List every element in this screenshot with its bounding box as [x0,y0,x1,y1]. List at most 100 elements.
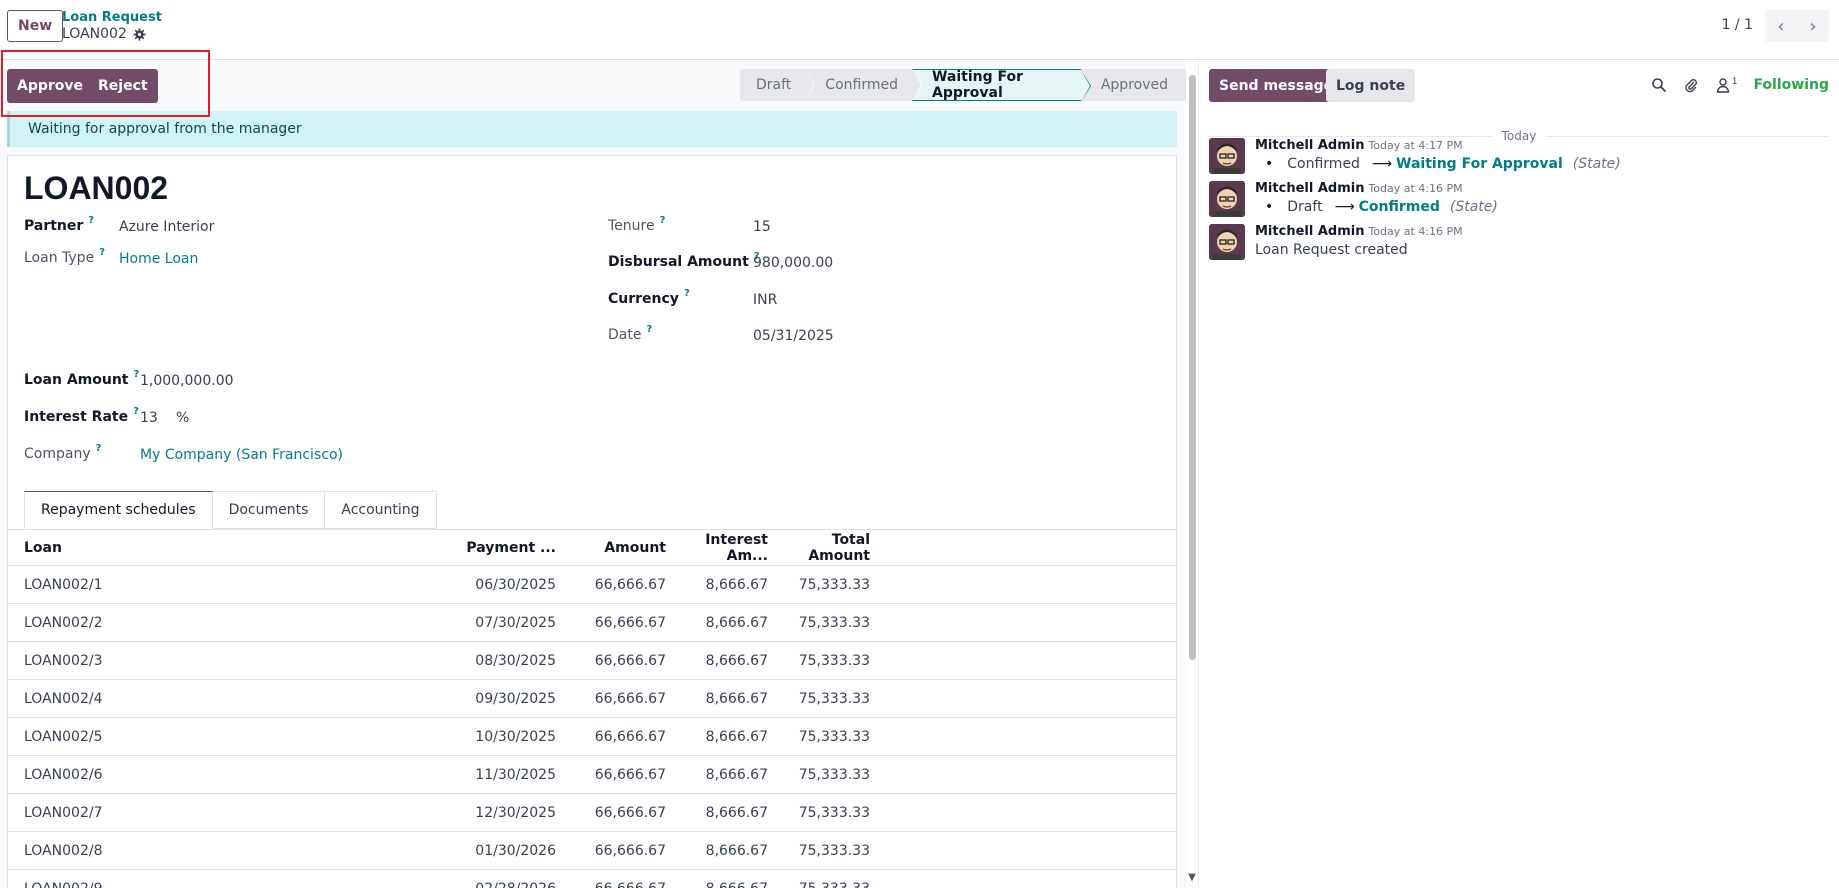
cell-total-amount: 75,333.33 [798,728,870,745]
paperclip-icon[interactable] [1683,77,1699,93]
cell-amount: 66,666.67 [594,576,666,593]
cell-payment-date: 01/30/2026 [475,842,556,859]
loan-type-field[interactable]: Home Loan [119,251,198,267]
table-row[interactable]: LOAN002/4 09/30/2025 66,666.67 8,666.67 75,3… [8,680,1178,718]
message-header: Mitchell Admin Today at 4:16 PM [1255,181,1463,196]
avatar[interactable] [1209,138,1245,174]
table-row[interactable]: LOAN002/7 12/30/2025 66,666.67 8,666.67 75,3… [8,794,1178,832]
pager-value[interactable]: 1 / 1 [1722,17,1753,33]
tab-accounting[interactable]: Accounting [325,491,437,529]
message-author[interactable]: Mitchell Admin [1255,224,1364,239]
column-header-payment-date[interactable]: Payment ... [466,540,556,556]
help-tooltip-icon[interactable]: ? [646,324,652,343]
status-step-label: Draft [756,77,792,93]
cell-amount: 66,666.67 [594,804,666,821]
form-statusbar: Approve Reject Draft Confirmed Waiting F… [0,61,1186,109]
followers-button[interactable]: 1 [1715,77,1737,93]
cell-interest-amount: 8,666.67 [666,881,768,888]
status-step-draft[interactable]: Draft [740,69,816,101]
status-step-waiting-for-approval[interactable]: Waiting For Approval [911,69,1091,102]
cell-loan: LOAN002/6 [24,766,103,783]
scroll-down-icon[interactable]: ▼ [1186,872,1198,883]
cell-loan: LOAN002/2 [24,614,103,631]
date-field[interactable]: 05/31/2025 [753,328,834,344]
table-row[interactable]: LOAN002/8 01/30/2026 66,666.67 8,666.67 75,3… [8,832,1178,870]
cell-loan: LOAN002/9 [8,881,466,888]
table-row[interactable]: LOAN002/3 08/30/2025 66,666.67 8,666.67 75,3… [8,642,1178,680]
form-scrollbar-thumb[interactable] [1189,75,1196,660]
column-header-interest-amount[interactable]: Interest Am... [666,532,768,564]
company-field[interactable]: My Company (San Francisco) [140,447,343,463]
approve-button[interactable]: Approve [7,69,94,103]
table-row[interactable]: LOAN002/2 07/30/2025 66,666.67 8,666.67 75,3… [8,604,1178,642]
cell-loan: LOAN002/4 [24,690,103,707]
help-tooltip-icon[interactable]: ? [96,443,102,462]
cell-payment-date: 07/30/2025 [475,614,556,631]
currency-label: Currency? [608,288,690,307]
help-tooltip-icon[interactable]: ? [88,215,94,234]
breadcrumb-current: LOAN002 [62,26,146,42]
bullet-icon: • [1265,156,1274,172]
gear-icon[interactable] [133,27,146,41]
date-separator-label: Today [1501,129,1537,143]
status-step-confirmed[interactable]: Confirmed [805,69,922,101]
cell-payment-date: 12/30/2025 [475,804,556,821]
message-date: Today at 4:16 PM [1368,225,1463,238]
loan-amount-field[interactable]: 1,000,000.00 [140,373,234,389]
chatter-panel: Send message Log note 1 Following Today … [1198,61,1839,888]
cell-amount: 66,666.67 [594,766,666,783]
cell-amount: 66,666.67 [594,690,666,707]
table-header: Loan Payment ... Amount Interest Am... T… [8,530,1178,566]
table-row[interactable]: LOAN002/5 10/30/2025 66,666.67 8,666.67 75,3… [8,718,1178,756]
disbursal-amount-label: Disbursal Amount? [608,251,760,270]
breadcrumb-parent-link[interactable]: Loan Request [62,10,162,25]
cell-loan: LOAN002/8 [24,842,103,859]
column-header-total-amount[interactable]: Total Amount [768,532,870,564]
disbursal-amount-field[interactable]: 980,000.00 [753,255,833,271]
table-row[interactable]: LOAN002/1 06/30/2025 66,666.67 8,666.67 75,3… [8,566,1178,604]
new-button[interactable]: New [7,10,64,42]
send-message-button[interactable]: Send message [1209,69,1344,102]
pager-next-button[interactable]: › [1797,10,1829,42]
help-tooltip-icon[interactable]: ? [134,369,140,388]
cell-amount: 66,666.67 [594,614,666,631]
column-header-loan[interactable]: Loan [8,540,466,556]
loan-amount-label: Loan Amount? [24,369,140,388]
repayment-table: Loan Payment ... Amount Interest Am... T… [8,530,1178,888]
message-header: Mitchell Admin Today at 4:17 PM [1255,138,1463,153]
cell-payment-date: 09/30/2025 [475,690,556,707]
table-body: LOAN002/1 06/30/2025 66,666.67 8,666.67 75,3… [8,566,1178,888]
following-button[interactable]: Following [1753,77,1829,93]
cell-amount: 66,666.67 [556,881,666,888]
log-note-button[interactable]: Log note [1326,69,1416,102]
table-row[interactable]: LOAN002/902/28/202666,666.678,666.6775,3… [8,870,1178,888]
reject-button[interactable]: Reject [88,69,158,103]
pager-previous-button[interactable]: ‹ [1765,10,1797,42]
interest-rate-field[interactable]: 13 [140,410,158,426]
message-author[interactable]: Mitchell Admin [1255,181,1364,196]
interest-rate-unit: % [176,410,190,426]
help-tooltip-icon[interactable]: ? [99,247,105,266]
notebook-tabs: Repayment schedules Documents Accounting [24,491,437,529]
message-author[interactable]: Mitchell Admin [1255,138,1364,153]
column-header-amount[interactable]: Amount [556,540,666,556]
tab-repayment-schedules[interactable]: Repayment schedules [24,491,213,529]
control-panel: New Loan Request LOAN002 1 / 1 ‹ › [0,0,1839,60]
search-icon[interactable] [1651,77,1667,93]
help-tooltip-icon[interactable]: ? [133,406,139,425]
cell-total-amount: 75,333.33 [798,766,870,783]
cell-total-amount: 75,333.33 [798,690,870,707]
avatar[interactable] [1209,181,1245,217]
tracking-new-value: Confirmed [1358,199,1440,215]
partner-field[interactable]: Azure Interior [119,219,214,235]
cell-total-amount: 75,333.33 [798,842,870,859]
status-step-approved[interactable]: Approved [1080,69,1186,101]
currency-field[interactable]: INR [753,292,777,308]
help-tooltip-icon[interactable]: ? [660,215,666,234]
tenure-field[interactable]: 15 [753,219,771,235]
tracking-field-name: (State) [1572,156,1621,172]
help-tooltip-icon[interactable]: ? [684,288,690,307]
tab-documents[interactable]: Documents [212,491,326,529]
avatar[interactable] [1209,224,1245,260]
table-row[interactable]: LOAN002/6 11/30/2025 66,666.67 8,666.67 75,3… [8,756,1178,794]
